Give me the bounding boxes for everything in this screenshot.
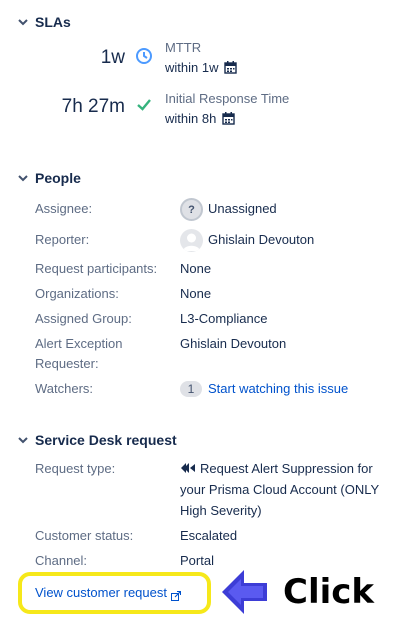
alert-exception-requester-label-line1: Alert Exception [35, 336, 123, 351]
channel-label: Channel: [35, 553, 88, 568]
assignee-value[interactable]: Unassigned [208, 199, 277, 219]
slas-section-header[interactable]: SLAs [16, 14, 71, 30]
sla-initial-response-target-text: within 8h [165, 111, 217, 126]
assigned-group-value[interactable]: L3-Compliance [180, 309, 267, 329]
request-participants-label: Request participants: [35, 261, 158, 276]
unassigned-avatar: ? [180, 198, 203, 221]
reporter-value[interactable]: Ghislain Devouton [208, 230, 314, 250]
sla-mttr-target: within 1w [165, 60, 238, 75]
check-icon [135, 96, 153, 114]
alert-exception-requester-label: Alert Exception Requester: [35, 334, 122, 374]
sla-initial-response-name: Initial Response Time [165, 91, 290, 106]
click-annotation: Click [283, 572, 375, 612]
start-watching-link[interactable]: Start watching this issue [208, 379, 348, 399]
sla-initial-response-target: within 8h [165, 111, 236, 126]
assignee-label: Assignee: [35, 201, 93, 216]
slas-title: SLAs [35, 14, 71, 30]
alert-exception-requester-value[interactable]: Ghislain Devouton [180, 334, 286, 354]
watchers-count-badge[interactable]: 1 [180, 381, 202, 397]
channel-value: Portal [180, 553, 214, 568]
left-arrow-icon [222, 570, 267, 614]
chevron-down-icon[interactable] [16, 171, 30, 185]
request-type-icon [180, 459, 196, 473]
people-section-header[interactable]: People [16, 170, 81, 186]
organizations-value[interactable]: None [180, 284, 211, 304]
external-link-icon [171, 588, 182, 601]
request-type-text: Request Alert Suppression for your Prism… [180, 461, 379, 518]
sla-mttr-elapsed: 1w [100, 47, 125, 68]
calendar-icon [222, 112, 236, 125]
assigned-group-label: Assigned Group: [35, 311, 132, 326]
sla-mttr-target-text: within 1w [165, 60, 219, 75]
request-participants-value[interactable]: None [180, 259, 211, 279]
request-type-label: Request type: [35, 461, 116, 476]
service-desk-title: Service Desk request [35, 432, 177, 448]
chevron-down-icon[interactable] [16, 433, 30, 447]
organizations-label: Organizations: [35, 286, 119, 301]
view-customer-request-text: View customer request [35, 585, 167, 600]
calendar-icon [224, 61, 238, 74]
alert-exception-requester-label-line2: Requester: [35, 356, 99, 371]
reporter-label: Reporter: [35, 232, 90, 247]
reporter-avatar [180, 229, 203, 252]
view-customer-request-link[interactable]: View customer request [35, 584, 182, 602]
customer-status-label: Customer status: [35, 528, 134, 543]
clock-icon [135, 47, 153, 65]
sla-mttr-name: MTTR [165, 40, 202, 55]
service-desk-section-header[interactable]: Service Desk request [16, 432, 177, 448]
sla-initial-response-elapsed: 7h 27m [61, 96, 125, 117]
chevron-down-icon[interactable] [16, 15, 30, 29]
request-type-value[interactable]: Request Alert Suppression for your Prism… [180, 458, 380, 521]
people-title: People [35, 170, 81, 186]
watchers-label: Watchers: [35, 381, 94, 396]
customer-status-value: Escalated [180, 528, 238, 543]
